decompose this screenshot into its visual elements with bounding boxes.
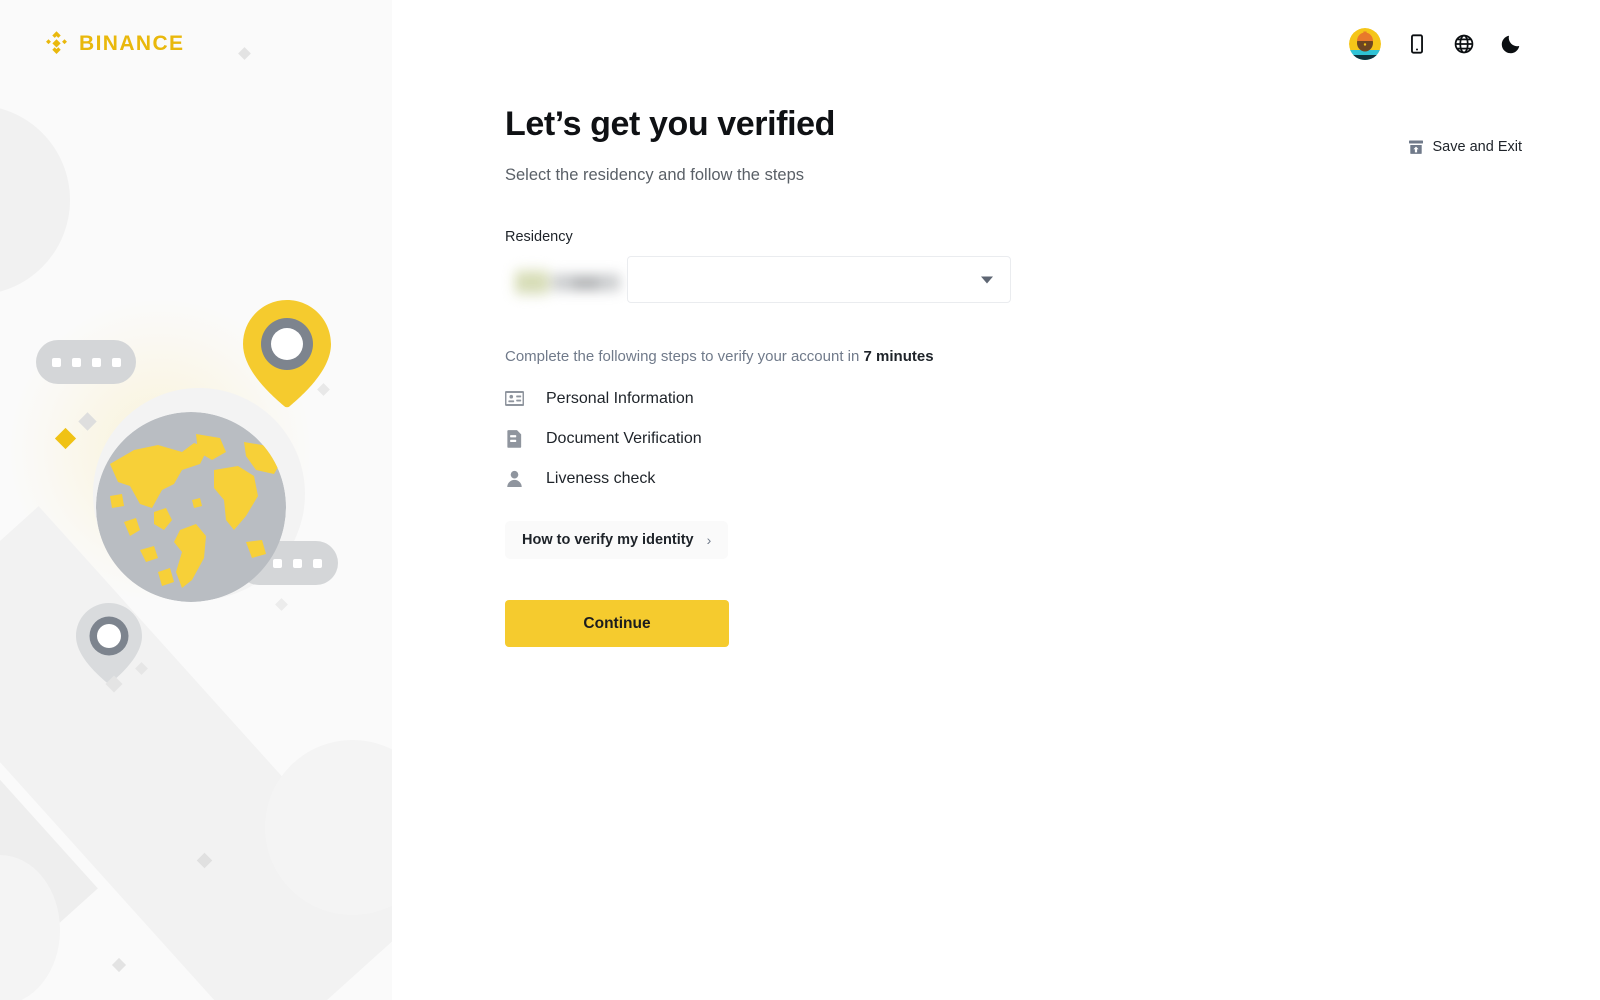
decorative-circle-top-left — [0, 105, 70, 295]
continue-button[interactable]: Continue — [505, 600, 729, 648]
page-title: Let’s get you verified — [505, 105, 836, 143]
country-flag-redacted — [515, 269, 549, 296]
document-icon — [507, 430, 522, 448]
step-personal-information: Personal Information — [505, 389, 1125, 408]
step-label: Document Verification — [546, 429, 702, 447]
decorative-pill-bubble-left — [36, 340, 136, 384]
pill-dot — [111, 357, 121, 367]
save-and-exit-label: Save and Exit — [1432, 139, 1522, 155]
step-label: Liveness check — [546, 469, 656, 487]
binance-logo-text: BINANCE — [79, 31, 185, 55]
top-bar — [1349, 28, 1522, 60]
mobile-app-icon[interactable] — [1406, 33, 1428, 55]
user-avatar[interactable] — [1349, 28, 1381, 60]
person-icon — [507, 471, 522, 488]
step-document-verification: Document Verification — [505, 429, 1125, 448]
binance-logo[interactable]: BINANCE — [43, 30, 184, 57]
decorative-diamond — [111, 957, 127, 973]
step-label: Personal Information — [546, 389, 694, 407]
globe-icon — [96, 412, 286, 602]
how-to-verify-identity-button[interactable]: How to verify my identity › — [505, 521, 729, 560]
chevron-down-icon — [981, 276, 993, 284]
id-card-icon — [505, 391, 524, 407]
pill-dot — [313, 558, 322, 568]
main-panel: Save and Exit Let’s get you verified Sel… — [392, 0, 1600, 1000]
decorative-diamond — [238, 47, 251, 60]
save-and-exit-button[interactable]: Save and Exit — [1408, 139, 1522, 155]
page-subtitle: Select the residency and follow the step… — [505, 166, 805, 185]
verification-form: Let’s get you verified Select the reside… — [505, 104, 1125, 648]
pill-dot — [293, 558, 302, 568]
user-avatar-icon — [1349, 28, 1381, 60]
pill-dot — [91, 357, 101, 367]
steps-note-duration: 7 minutes — [863, 348, 934, 366]
pill-dot — [51, 357, 61, 367]
steps-note: Complete the following steps to verify y… — [505, 348, 1125, 365]
binance-diamond-logo-icon — [46, 31, 67, 54]
save-exit-icon — [1408, 140, 1423, 154]
steps-list: Personal Information Document Verificati… — [505, 389, 1125, 488]
country-name-redacted-inner — [573, 278, 599, 290]
pill-dot — [71, 357, 81, 367]
how-to-verify-identity-label: How to verify my identity — [522, 532, 694, 549]
residency-selected-value-redacted — [510, 261, 626, 303]
map-pin-yellow-icon — [243, 300, 331, 408]
chevron-right-icon: › — [706, 532, 712, 549]
residency-label: Residency — [505, 229, 573, 246]
step-liveness-check: Liveness check — [505, 469, 1125, 488]
steps-note-prefix: Complete the following steps to verify y… — [505, 348, 864, 366]
residency-field-row — [505, 256, 1011, 304]
residency-select[interactable] — [627, 256, 1011, 304]
dark-mode-moon-icon[interactable] — [1500, 33, 1522, 55]
kyc-verification-page: BINANCE Save and Exit Let’s get you veri… — [0, 0, 1600, 1000]
illustration-panel: BINANCE — [0, 0, 392, 1000]
map-pin-grey-icon — [76, 603, 142, 684]
language-globe-icon[interactable] — [1453, 33, 1475, 55]
